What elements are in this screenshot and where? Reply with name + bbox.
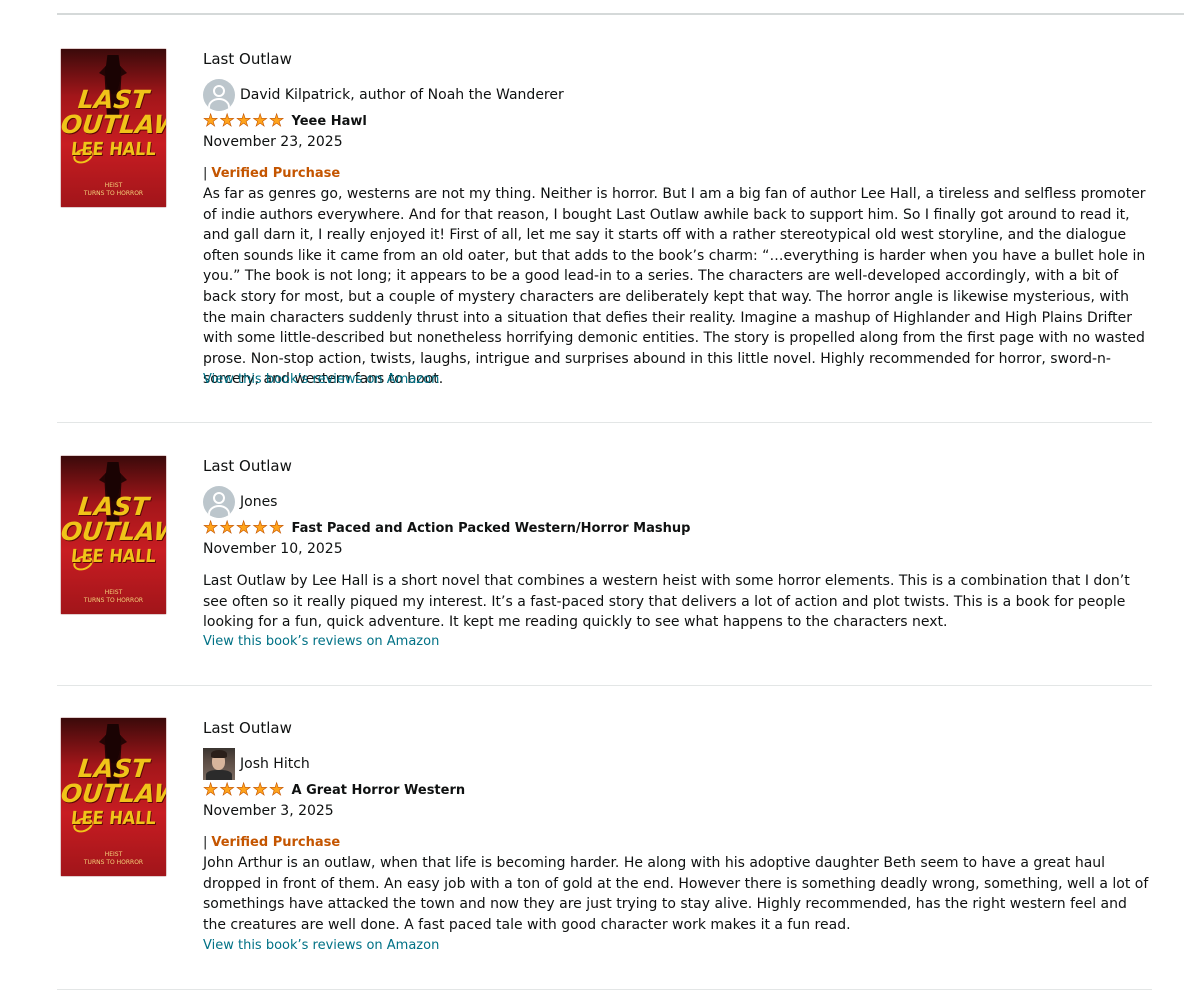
review-body: John Arthur is an outlaw, when that life… [203, 855, 1149, 933]
cover-title-line2: OUTLAW [61, 110, 166, 139]
default-avatar-icon [203, 79, 235, 111]
star-icon: ★ [203, 518, 219, 538]
cover-title-line1: LAST [76, 85, 151, 114]
cover-author: LEE HALL [69, 139, 158, 160]
separator-bar: | [203, 835, 208, 850]
review-body: Last Outlaw by Lee Hall is a short novel… [203, 573, 1130, 631]
cover-title-line1: LAST [76, 754, 151, 783]
separator-bar: | [203, 166, 208, 181]
review-date: November 23, 2025 [203, 134, 343, 150]
star-rating: ★ ★ ★ ★ ★ [203, 780, 286, 800]
review-headline[interactable]: Yeee Hawl [292, 114, 367, 129]
rating-row: ★ ★ ★ ★ ★ Yeee Hawl [203, 112, 367, 130]
star-icon: ★ [269, 111, 285, 131]
star-icon: ★ [252, 780, 268, 800]
cover-tagline: HEIST TURNS TO HORROR [83, 589, 144, 604]
star-icon: ★ [252, 111, 268, 131]
star-icon: ★ [236, 111, 252, 131]
star-icon: ★ [236, 518, 252, 538]
cover-tagline: HEIST TURNS TO HORROR [83, 182, 144, 197]
rating-row: ★ ★ ★ ★ ★ Fast Paced and Action Packed Weste… [203, 518, 691, 538]
review-divider [57, 989, 1152, 990]
reviewer-name[interactable]: Jones [240, 494, 277, 510]
review-date: November 10, 2025 [203, 541, 343, 557]
star-icon: ★ [219, 780, 235, 800]
review-headline[interactable]: A Great Horror Western [292, 783, 466, 798]
book-title[interactable]: Last Outlaw [203, 50, 292, 68]
star-icon: ★ [203, 780, 219, 800]
review-divider [57, 685, 1152, 686]
view-on-amazon-link[interactable]: View this book’s reviews on Amazon [203, 634, 439, 649]
book-title[interactable]: Last Outlaw [203, 457, 292, 475]
reviewer: Josh Hitch [203, 748, 310, 780]
view-on-amazon-link[interactable]: View this book’s reviews on Amazon [203, 938, 439, 953]
top-divider [57, 13, 1184, 15]
verified-badge: | Verified Purchase [203, 166, 340, 181]
star-icon: ★ [236, 780, 252, 800]
reviewer: David Kilpatrick, author of Noah the Wan… [203, 79, 564, 111]
verified-purchase-label: Verified Purchase [211, 835, 341, 850]
star-icon: ★ [252, 518, 268, 538]
star-icon: ★ [219, 111, 235, 131]
star-icon: ★ [269, 518, 285, 538]
review-headline[interactable]: Fast Paced and Action Packed Western/Hor… [292, 521, 691, 536]
book-cover[interactable]: LAST OUTLAW LEE HALL HEIST TURNS TO HORR… [61, 456, 166, 614]
reviewer: Jones [203, 486, 277, 518]
review-body: As far as genres go, westerns are not my… [203, 186, 1146, 388]
reviewer-name[interactable]: David Kilpatrick, author of Noah the Wan… [240, 87, 564, 103]
star-icon: ★ [219, 518, 235, 538]
rating-row: ★ ★ ★ ★ ★ A Great Horror Western [203, 781, 465, 799]
verified-badge: | Verified Purchase [203, 835, 340, 850]
cover-title-line2: OUTLAW [61, 517, 166, 546]
cover-title-line2: OUTLAW [61, 779, 166, 808]
cover-author: LEE HALL [69, 808, 158, 829]
star-rating: ★ ★ ★ ★ ★ [203, 111, 286, 131]
star-icon: ★ [269, 780, 285, 800]
book-title[interactable]: Last Outlaw [203, 719, 292, 737]
review-divider [57, 422, 1152, 423]
cover-tagline: HEIST TURNS TO HORROR [83, 851, 144, 866]
cover-author: LEE HALL [69, 546, 158, 567]
star-icon: ★ [203, 111, 219, 131]
profile-photo [203, 748, 235, 780]
star-rating: ★ ★ ★ ★ ★ [203, 518, 286, 538]
verified-purchase-label: Verified Purchase [211, 166, 341, 181]
reviewer-name[interactable]: Josh Hitch [240, 756, 310, 772]
default-avatar-icon [203, 486, 235, 518]
review-date: November 3, 2025 [203, 803, 334, 819]
book-cover[interactable]: LAST OUTLAW LEE HALL HEIST TURNS TO HORR… [61, 718, 166, 876]
view-on-amazon-link[interactable]: View this book’s reviews on Amazon [203, 372, 439, 387]
cover-title-line1: LAST [76, 492, 151, 521]
book-cover[interactable]: LAST OUTLAW LEE HALL HEIST TURNS TO HORR… [61, 49, 166, 207]
